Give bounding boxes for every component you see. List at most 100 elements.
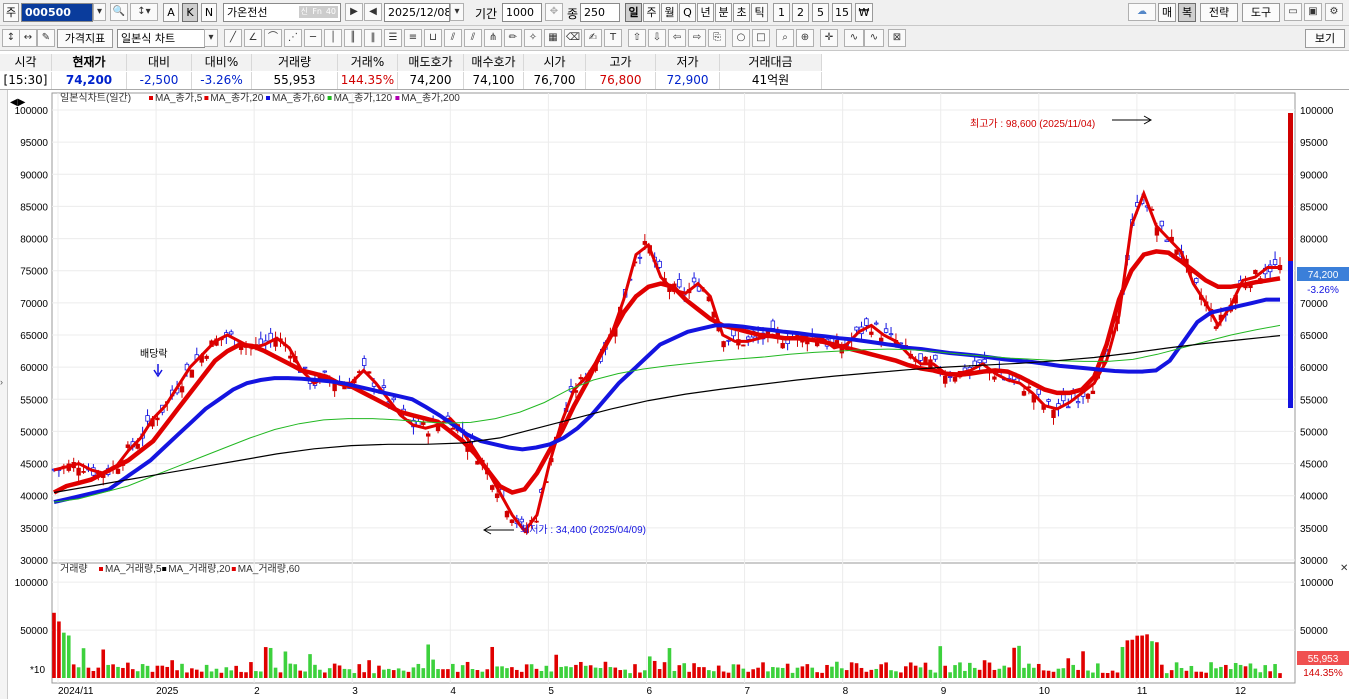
interval-5-button[interactable]: 5	[812, 3, 829, 22]
hline-icon[interactable]: ─	[304, 29, 322, 47]
volume-bar	[387, 668, 391, 678]
toggle-horizontal-icon[interactable]: ↔	[19, 29, 37, 47]
fibo-time-icon[interactable]: ║	[344, 29, 362, 47]
wave-icon[interactable]: ∿	[844, 29, 864, 47]
count-input[interactable]: 250	[580, 3, 620, 22]
date-input[interactable]: 2025/12/08	[384, 3, 450, 22]
interval-2-button[interactable]: 2	[792, 3, 809, 22]
period-label: 기간	[475, 7, 498, 21]
period-quarter-button[interactable]: Q	[679, 3, 696, 22]
volume-bar	[1253, 668, 1258, 678]
period-second-button[interactable]: 초	[733, 3, 750, 22]
pencil-icon[interactable]: ✏	[504, 29, 522, 47]
nav-left-arrow[interactable]: ◀▶	[10, 97, 26, 108]
filter-k-button[interactable]: K	[182, 3, 198, 22]
cloud-icon[interactable]: ☁	[1128, 3, 1156, 21]
stock-code-input[interactable]: 000500	[21, 3, 93, 22]
sort-icon[interactable]: ↕▾	[130, 3, 158, 21]
volume-bar	[721, 671, 726, 678]
y-tick-right: 100000	[1300, 106, 1334, 117]
vline-icon[interactable]: │	[324, 29, 342, 47]
volume-bar	[362, 672, 366, 678]
eraser-icon[interactable]: ⌫	[564, 29, 582, 47]
up-marker-icon[interactable]: ⇧	[628, 29, 646, 47]
angle-icon[interactable]: ∠	[244, 29, 262, 47]
indicator-button[interactable]: 가격지표	[57, 29, 113, 48]
delete-drawings-icon[interactable]: ⊠	[888, 29, 906, 47]
copy-icon[interactable]: ⎘	[708, 29, 726, 47]
right-marker-icon[interactable]: ⇨	[688, 29, 706, 47]
single-mode-button[interactable]: 매	[1158, 3, 1176, 22]
fibo-levels-icon[interactable]: ☰	[384, 29, 402, 47]
arc-icon[interactable]: ⌒	[264, 29, 282, 47]
settings-icon[interactable]: ⚙	[1325, 3, 1343, 21]
next-arrow-icon[interactable]: ▶	[345, 3, 363, 21]
pitchfork-icon[interactable]: ⋔	[484, 29, 502, 47]
candle-body	[450, 427, 456, 430]
interval-1-button[interactable]: 1	[773, 3, 790, 22]
channel-icon[interactable]: ⫽	[444, 29, 462, 47]
rect-icon[interactable]: □	[752, 29, 770, 47]
down-marker-icon[interactable]: ⇩	[648, 29, 666, 47]
close-pane-icon[interactable]: ✕	[1340, 563, 1348, 574]
won-button[interactable]: ₩	[855, 3, 873, 22]
circle-icon[interactable]: ○	[732, 29, 750, 47]
price-pane	[51, 92, 1296, 564]
volume-bar	[1125, 640, 1130, 678]
trendline-icon[interactable]: ╱	[224, 29, 242, 47]
edit-icon[interactable]: ✎	[37, 29, 55, 47]
period-month-button[interactable]: 월	[661, 3, 678, 22]
market-button[interactable]: 주	[3, 3, 19, 22]
zoom-area-icon[interactable]: ⊕	[796, 29, 814, 47]
bars-icon[interactable]: ⊔	[424, 29, 442, 47]
volume-bar	[854, 663, 859, 678]
cycle-lines-icon[interactable]: ‖	[364, 29, 382, 47]
period-minute-button[interactable]: 분	[715, 3, 732, 22]
volume-bar	[1243, 666, 1248, 678]
candle-body	[1174, 249, 1179, 255]
candle-body	[145, 415, 150, 422]
period-week-button[interactable]: 주	[643, 3, 660, 22]
prev-arrow-icon[interactable]: ◀	[364, 3, 382, 21]
price-chart[interactable]: 1000009500090000850008000075000700006500…	[0, 90, 1349, 699]
grid-icon[interactable]: ≡	[404, 29, 422, 47]
move-icon[interactable]: ✥	[545, 3, 563, 21]
wave2-icon[interactable]: ∿	[864, 29, 884, 47]
toggle-vertical-icon[interactable]: ↕	[2, 29, 20, 47]
candle-body	[741, 344, 746, 347]
folder-icon[interactable]: ▭	[1284, 3, 1302, 21]
save-icon[interactable]: ▣	[1304, 3, 1322, 21]
chart-type-dropdown-icon[interactable]: ▾	[204, 29, 218, 47]
fan-icon[interactable]: ⋰	[284, 29, 302, 47]
volume-bar	[460, 665, 465, 678]
tools-button[interactable]: 도구	[1242, 3, 1280, 22]
period-day-button[interactable]: 일	[625, 3, 642, 22]
magic-icon[interactable]: ✧	[524, 29, 542, 47]
candle-body	[125, 444, 131, 448]
palette-icon[interactable]: ▦	[544, 29, 562, 47]
memo-icon[interactable]: ✍	[584, 29, 602, 47]
parallel-icon[interactable]: ⫽	[464, 29, 482, 47]
volume-bar	[431, 659, 435, 678]
filter-a-button[interactable]: A	[163, 3, 179, 22]
candle-body	[381, 385, 387, 388]
view-button[interactable]: 보기	[1305, 29, 1345, 48]
zoom-icon[interactable]: ⌕	[776, 29, 794, 47]
period-input[interactable]: 1000	[502, 3, 542, 22]
candle-body	[1051, 409, 1056, 418]
candle-body	[746, 336, 751, 340]
period-year-button[interactable]: 년	[697, 3, 714, 22]
interval-15-button[interactable]: 15	[832, 3, 852, 22]
period-tick-button[interactable]: 틱	[751, 3, 768, 22]
left-expand-icon[interactable]: ›	[0, 377, 3, 387]
left-marker-icon[interactable]: ⇦	[668, 29, 686, 47]
search-icon[interactable]: 🔍	[110, 3, 128, 21]
code-dropdown-icon[interactable]: ▾	[93, 3, 106, 21]
filter-n-button[interactable]: N	[201, 3, 217, 22]
chart-type-select[interactable]: 일본식 차트	[117, 29, 205, 48]
text-icon[interactable]: T	[604, 29, 622, 47]
crosshair-icon[interactable]: ✛	[820, 29, 838, 47]
calendar-dropdown-icon[interactable]: ▾	[450, 3, 464, 21]
multi-mode-button[interactable]: 복	[1178, 3, 1196, 22]
strategy-button[interactable]: 전략	[1200, 3, 1238, 22]
